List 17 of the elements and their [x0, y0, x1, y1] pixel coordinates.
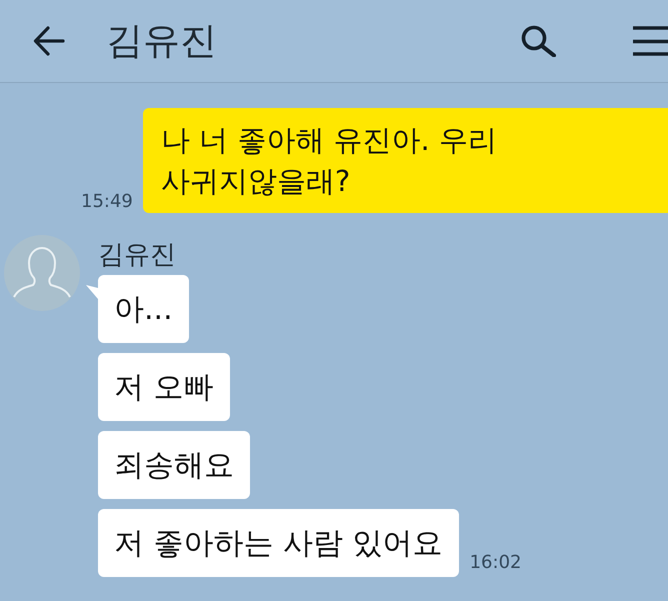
received-message-bubble: 아...	[98, 275, 189, 343]
message-time: 15:49	[81, 191, 133, 213]
avatar-silhouette-icon	[4, 235, 80, 311]
received-message-bubble: 저 좋아하는 사람 있어요	[98, 509, 459, 577]
sent-message-bubble: 나 너 좋아해 유진아. 우리 사귀지않을래?	[142, 108, 668, 213]
bubble-tail-icon	[86, 285, 98, 299]
sender-name: 김유진	[98, 240, 176, 270]
message-time: 16:02	[470, 552, 522, 574]
received-message-bubble: 저 오빠	[98, 353, 230, 421]
search-button[interactable]	[521, 25, 556, 57]
menu-button[interactable]	[633, 26, 668, 56]
received-message-bubble: 죄송해요	[98, 431, 250, 499]
menu-icon	[633, 26, 668, 56]
search-icon	[521, 25, 556, 57]
back-arrow-icon	[33, 26, 65, 56]
chat-title: 김유진	[106, 19, 217, 63]
back-button[interactable]	[33, 26, 65, 56]
